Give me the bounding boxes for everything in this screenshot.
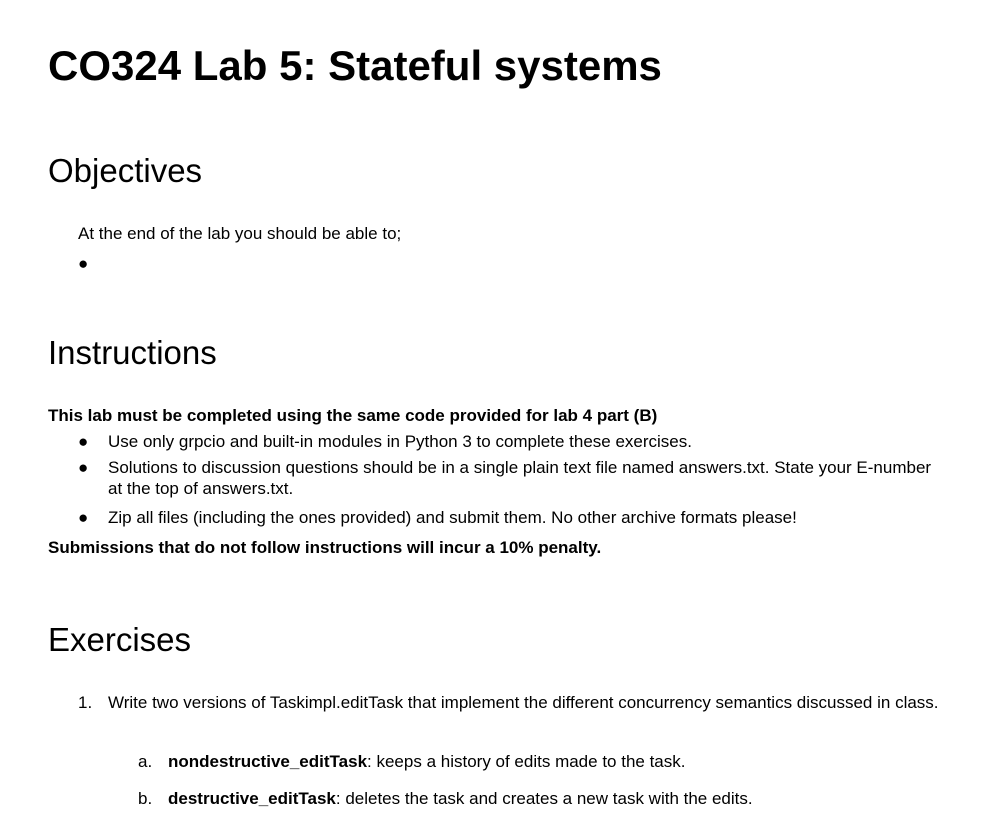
objectives-heading: Objectives	[48, 152, 203, 189]
subitem-letter: b.	[138, 789, 153, 808]
exercise-text: Write two versions of Taskimpl.editTask …	[108, 693, 939, 712]
instructions-lead: This lab must be completed using the sam…	[48, 406, 658, 425]
instructions-heading: Instructions	[48, 334, 217, 371]
exercise-number: 1.	[78, 693, 93, 712]
exercises-heading: Exercises	[48, 621, 192, 658]
objectives-intro: At the end of the lab you should be able…	[78, 224, 402, 243]
instructions-bullet-text: Solutions to discussion questions should…	[108, 458, 932, 498]
bullet-dot: ●	[78, 508, 89, 527]
subitem-text: : keeps a history of edits made to the t…	[367, 752, 686, 771]
instructions-bullet-text: Use only grpcio and built-in modules in …	[108, 432, 692, 451]
subitem-content: destructive_editTask: deletes the task a…	[168, 788, 928, 809]
subitem-keyword: nondestructive_editTask	[168, 752, 368, 771]
instructions-bullet-text: Zip all files (including the ones provid…	[108, 508, 797, 527]
document-title: CO324 Lab 5: Stateful systems	[48, 42, 662, 89]
subitem-text: : deletes the task and creates a new tas…	[335, 789, 753, 808]
bullet-dot: ●	[78, 458, 89, 477]
subitem-content: nondestructive_editTask: keeps a history…	[168, 751, 928, 772]
penalty-note: Submissions that do not follow instructi…	[48, 538, 602, 557]
subitem-keyword: destructive_editTask	[168, 789, 336, 808]
bullet-dot: ●	[78, 254, 89, 273]
document-page: CO324 Lab 5: Stateful systems Objectives…	[0, 0, 986, 820]
subitem-letter: a.	[138, 752, 153, 771]
bullet-dot: ●	[78, 432, 89, 451]
